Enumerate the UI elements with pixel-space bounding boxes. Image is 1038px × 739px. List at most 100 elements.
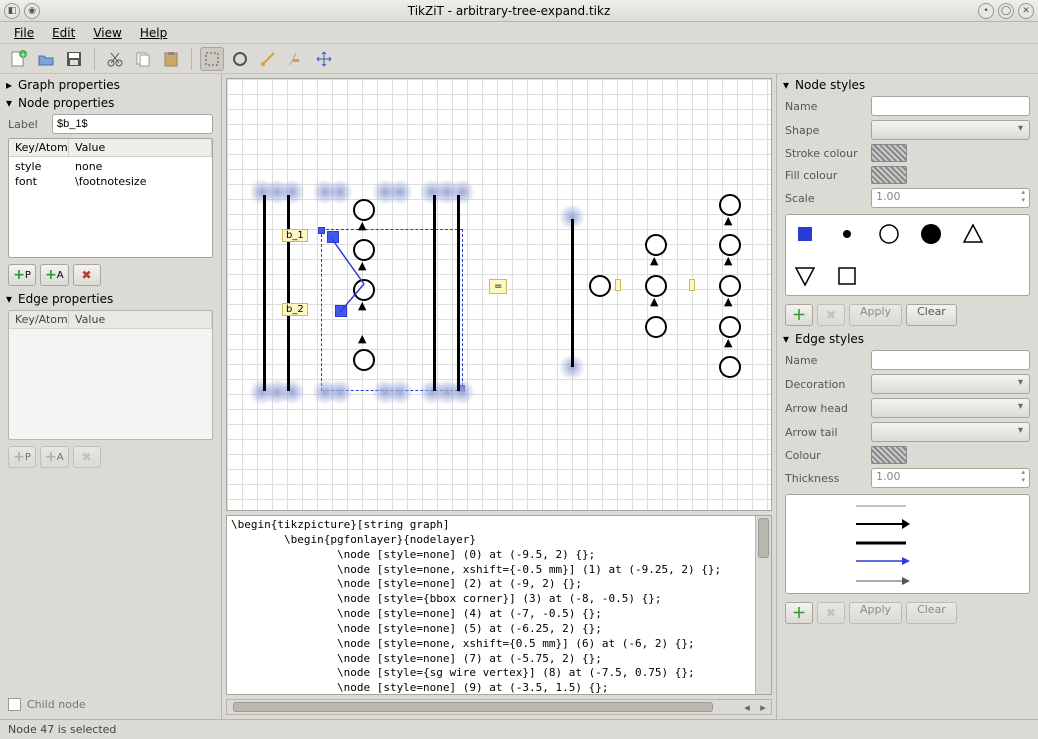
child-node-checkbox[interactable] <box>8 698 21 711</box>
edge-style-thick-icon[interactable] <box>856 538 959 547</box>
edge-properties-header[interactable]: ▾ Edge properties <box>2 290 219 308</box>
node-vertex[interactable] <box>719 275 741 297</box>
maximize-icon[interactable]: ◯ <box>998 3 1014 19</box>
copy-button[interactable] <box>131 47 155 71</box>
node-label-input[interactable] <box>52 114 213 134</box>
node-add-atom-button[interactable]: +A <box>40 264 69 286</box>
ns-stroke-swatch[interactable] <box>871 144 907 162</box>
ns-add-button[interactable]: ＋ <box>785 304 813 326</box>
node-vertex[interactable] <box>589 275 611 297</box>
close-icon[interactable]: ✕ <box>1018 3 1034 19</box>
table-row: font\footnotesize <box>9 174 212 189</box>
right-panel: ▾ Node styles Name Shape Stroke colour F… <box>776 74 1038 719</box>
save-button[interactable] <box>62 47 86 71</box>
node-fuzzy[interactable] <box>449 179 475 205</box>
node-vertex[interactable] <box>645 275 667 297</box>
node-fuzzy[interactable] <box>279 179 305 205</box>
code-view[interactable]: \begin{tikzpicture}[string graph] \begin… <box>226 515 772 695</box>
open-button[interactable] <box>34 47 58 71</box>
cut-button[interactable] <box>103 47 127 71</box>
node-fuzzy[interactable] <box>327 179 353 205</box>
node-vertex[interactable] <box>719 316 741 338</box>
edge-wire[interactable] <box>263 195 266 391</box>
es-add-button[interactable]: ＋ <box>785 602 813 624</box>
code-vscrollbar[interactable] <box>755 516 771 694</box>
menu-view[interactable]: View <box>85 24 129 42</box>
shape-triangle-down-icon[interactable] <box>794 265 816 287</box>
es-thickness-spin[interactable]: 1.00 <box>871 468 1030 488</box>
scroll-left-icon[interactable]: ◂ <box>739 701 755 714</box>
node-style-palette[interactable] <box>785 214 1030 296</box>
edge-style-thin-arrow-icon[interactable] <box>856 575 959 587</box>
sticky-icon[interactable]: ◉ <box>24 3 40 19</box>
es-decoration-combo[interactable] <box>871 374 1030 394</box>
node-vertex[interactable] <box>645 234 667 256</box>
node-fuzzy[interactable] <box>387 179 413 205</box>
edge-wire[interactable] <box>433 195 436 391</box>
shape-circle-icon[interactable] <box>878 223 900 245</box>
graph-properties-header[interactable]: ▸ Graph properties <box>2 76 219 94</box>
edge-style-plain-icon[interactable] <box>856 501 959 510</box>
canvas-hscrollbar[interactable]: ◂ ▸ <box>226 699 772 715</box>
node-vertex[interactable] <box>353 349 375 371</box>
edge-add-atom-button: +A <box>40 446 69 468</box>
node-vertex[interactable] <box>719 356 741 378</box>
move-tool-button[interactable] <box>312 47 336 71</box>
node-label[interactable]: b_1 <box>282 229 308 242</box>
ns-shape-combo[interactable] <box>871 120 1030 140</box>
es-arrowhead-combo[interactable] <box>871 398 1030 418</box>
small-label[interactable] <box>689 279 695 291</box>
node-fuzzy[interactable] <box>279 379 305 405</box>
shape-filled-square-icon[interactable] <box>794 223 816 245</box>
node-tool-button[interactable] <box>228 47 252 71</box>
node-fuzzy[interactable] <box>449 379 475 405</box>
edge-style-palette[interactable] <box>785 494 1030 594</box>
node-add-prop-button[interactable]: +P <box>8 264 36 286</box>
ns-clear-button[interactable]: Clear <box>906 304 957 326</box>
node-properties-header[interactable]: ▾ Node properties <box>2 94 219 112</box>
edge-style-blue-arrow-icon[interactable] <box>856 555 959 567</box>
edge-tool-button[interactable] <box>256 47 280 71</box>
node-styles-header[interactable]: ▾ Node styles <box>779 76 1036 94</box>
small-label[interactable] <box>615 279 621 291</box>
canvas[interactable]: ▲ ▲ ▲ ▲ b_1 b_2 = <box>226 78 772 511</box>
edge-wire[interactable] <box>571 219 574 367</box>
node-vertex[interactable] <box>719 234 741 256</box>
node-vertex[interactable] <box>719 194 741 216</box>
node-fuzzy[interactable] <box>387 379 413 405</box>
edge-props-table[interactable]: Key/Atom Value <box>8 310 213 440</box>
shape-filled-dot-icon[interactable] <box>836 223 858 245</box>
node-remove-button[interactable]: ✖ <box>73 264 101 286</box>
bbox-tool-button[interactable] <box>284 47 308 71</box>
child-node-label: Child node <box>27 698 86 711</box>
paste-button[interactable] <box>159 47 183 71</box>
ns-fill-swatch[interactable] <box>871 166 907 184</box>
edge-wire[interactable] <box>287 195 290 391</box>
menu-help[interactable]: Help <box>132 24 175 42</box>
edge-style-arrow-icon[interactable] <box>856 518 959 530</box>
node-label[interactable]: b_2 <box>282 303 308 316</box>
new-doc-button[interactable]: + <box>6 47 30 71</box>
select-tool-button[interactable] <box>200 47 224 71</box>
edge-styles-header[interactable]: ▾ Edge styles <box>779 330 1036 348</box>
equals-label[interactable]: = <box>489 279 507 294</box>
scroll-right-icon[interactable]: ▸ <box>755 701 771 714</box>
shape-triangle-up-icon[interactable] <box>962 223 984 245</box>
node-vertex[interactable] <box>645 316 667 338</box>
node-vertex[interactable] <box>353 199 375 221</box>
menu-file[interactable]: File <box>6 24 42 42</box>
tikz-source[interactable]: \begin{tikzpicture}[string graph] \begin… <box>227 516 755 694</box>
es-arrowtail-combo[interactable] <box>871 422 1030 442</box>
shape-filled-circle-icon[interactable] <box>920 223 942 245</box>
node-props-table[interactable]: Key/Atom Value stylenone font\footnotesi… <box>8 138 213 258</box>
menu-edit[interactable]: Edit <box>44 24 83 42</box>
node-fuzzy[interactable] <box>327 379 353 405</box>
minimize-icon[interactable]: • <box>978 3 994 19</box>
shape-square-icon[interactable] <box>836 265 858 287</box>
es-colour-swatch[interactable] <box>871 446 907 464</box>
ns-name-input[interactable] <box>871 96 1030 116</box>
es-name-input[interactable] <box>871 350 1030 370</box>
edge-wire[interactable] <box>457 195 460 391</box>
ns-scale-spin[interactable]: 1.00 <box>871 188 1030 208</box>
appmenu-icon[interactable]: ◧ <box>4 3 20 19</box>
